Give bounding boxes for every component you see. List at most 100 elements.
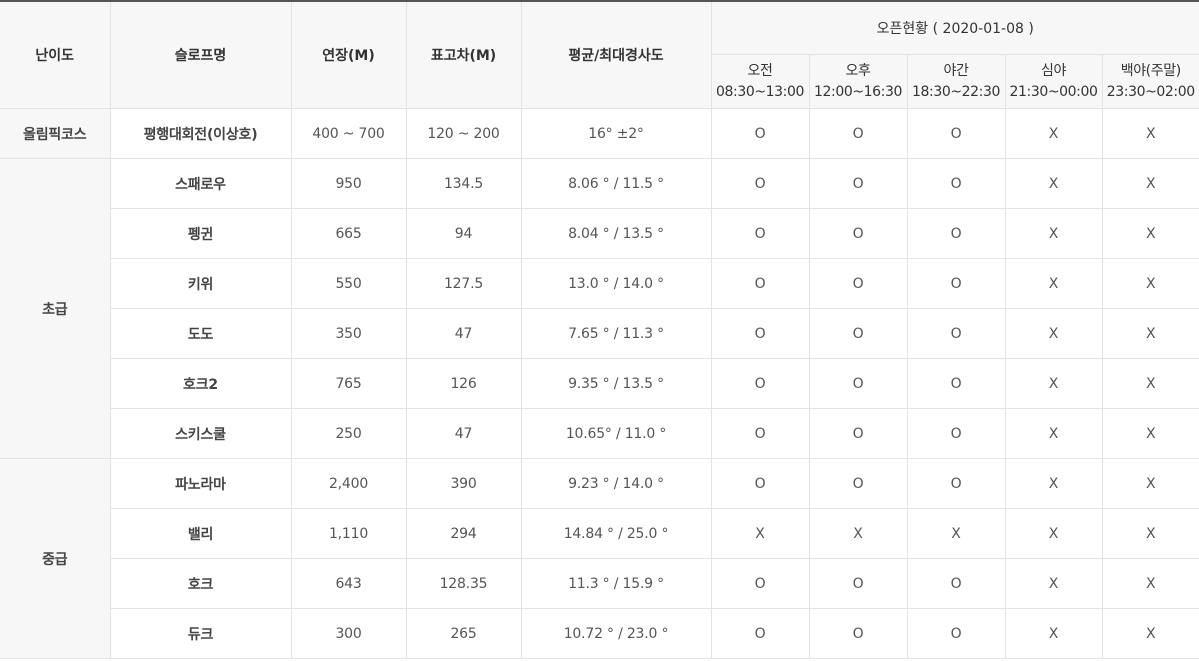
table-row: 호크2 765 126 9.35 ° / 13.5 ° O O O X X: [0, 358, 1199, 409]
open-status-cell: O: [906, 158, 1006, 209]
open-status-cell: O: [906, 258, 1006, 309]
open-status-cell: X: [906, 508, 1006, 559]
open-status-cell: X: [1101, 108, 1199, 159]
open-status-cell: O: [710, 458, 810, 509]
open-status-cell: O: [710, 408, 810, 459]
open-status-cell: X: [1004, 508, 1103, 559]
open-status-cell: O: [710, 558, 810, 609]
open-status-cell: O: [710, 208, 810, 259]
open-status-cell: O: [808, 258, 908, 309]
open-status-cell: X: [1004, 358, 1103, 409]
table-row: 스키스쿨 250 47 10.65° / 11.0 ° O O O X X: [0, 408, 1199, 459]
elevation-cell: 265: [405, 608, 522, 659]
session-name: 심야: [1041, 62, 1066, 79]
gradient-cell: 7.65 ° / 11.3 °: [520, 308, 712, 359]
slope-name-cell: 호크2: [110, 358, 292, 409]
session-time: 12:00~16:30: [813, 83, 903, 100]
open-status-cell: O: [808, 158, 908, 209]
gradient-cell: 11.3 ° / 15.9 °: [520, 558, 712, 609]
open-status-cell: X: [1101, 458, 1199, 509]
elevation-cell: 134.5: [405, 158, 522, 209]
slope-name-cell: 스키스쿨: [110, 408, 292, 459]
open-status-cell: O: [808, 308, 908, 359]
level-cell: 초급: [0, 158, 111, 459]
length-cell: 2,400: [290, 458, 407, 509]
open-status-cell: X: [808, 508, 908, 559]
open-status-cell: X: [1004, 308, 1103, 359]
gradient-cell: 9.23 ° / 14.0 °: [520, 458, 712, 509]
table-row: 도도 350 47 7.65 ° / 11.3 ° O O O X X: [0, 308, 1199, 359]
open-status-cell: O: [906, 558, 1006, 609]
session-name: 오후: [845, 62, 871, 79]
header-session-late-night: 심야 21:30~00:00: [1004, 54, 1103, 109]
open-status-cell: O: [710, 608, 810, 659]
open-status-cell: X: [1004, 108, 1103, 159]
header-session-morning: 오전 08:30~13:00: [711, 54, 810, 109]
open-status-cell: X: [1101, 158, 1199, 209]
length-cell: 1,110: [290, 508, 407, 559]
session-name: 야간: [943, 62, 969, 79]
open-status-cell: O: [808, 458, 908, 509]
open-status-cell: O: [808, 108, 908, 159]
length-cell: 643: [290, 558, 407, 609]
slope-name-cell: 펭귄: [110, 208, 292, 259]
table-header: 난이도 슬로프명 연장(M) 표고차(M) 평균/최대경사도 오픈현황 ( 20…: [0, 0, 1199, 109]
open-status-cell: X: [1101, 358, 1199, 409]
header-session-night: 야간 18:30~22:30: [906, 54, 1006, 109]
level-cell: 올림픽코스: [0, 108, 111, 159]
open-status-cell: X: [1101, 608, 1199, 659]
table-row: 중급 파노라마 2,400 390 9.23 ° / 14.0 ° O O O X X: [0, 458, 1199, 659]
header-session-afternoon: 오후 12:00~16:30: [808, 54, 908, 109]
length-cell: 950: [290, 158, 407, 209]
level-cell: 중급: [0, 458, 111, 659]
gradient-cell: 14.84 ° / 25.0 °: [520, 508, 712, 559]
open-status-cell: X: [1101, 558, 1199, 609]
slope-name-cell: 도도: [110, 308, 292, 359]
gradient-cell: 8.04 ° / 13.5 °: [520, 208, 712, 259]
open-status-cell: O: [710, 158, 810, 209]
open-status-cell: O: [808, 208, 908, 259]
slope-name-cell: 파노라마: [109, 458, 292, 509]
table-row: 밸리 1,110 294 14.84 ° / 25.0 ° X X X X X: [0, 508, 1199, 559]
gradient-cell: 16° ±2°: [520, 108, 712, 159]
elevation-cell: 127.5: [405, 258, 522, 309]
open-status-cell: X: [1004, 458, 1103, 509]
open-status-cell: O: [710, 358, 810, 409]
elevation-cell: 126: [405, 358, 522, 409]
gradient-cell: 13.0 ° / 14.0 °: [520, 258, 712, 309]
header-gradient: 평균/최대경사도: [520, 0, 712, 109]
table-row: 올림픽코스 평행대회전(이상호) 400 ~ 700 120 ~ 200 16° ±2°…: [0, 108, 1199, 159]
open-status-cell: O: [808, 358, 908, 409]
open-status-cell: X: [1004, 558, 1103, 609]
open-status-cell: X: [1004, 608, 1103, 659]
gradient-cell: 10.65° / 11.0 °: [520, 408, 712, 459]
length-cell: 400 ~ 700: [290, 108, 407, 159]
slope-name-cell: 평행대회전(이상호): [109, 108, 292, 159]
header-length: 연장(M): [290, 0, 407, 109]
table-row: 듀크 300 265 10.72 ° / 23.0 ° O O O X X: [0, 608, 1199, 659]
slope-name-cell: 호크: [110, 558, 292, 609]
table-row: 펭귄 665 94 8.04 ° / 13.5 ° O O O X X: [0, 208, 1199, 259]
header-elevation: 표고차(M): [405, 0, 522, 109]
open-status-cell: O: [906, 208, 1006, 259]
elevation-cell: 47: [405, 408, 522, 459]
length-cell: 350: [290, 308, 407, 359]
open-status-cell: X: [1004, 158, 1103, 209]
open-status-cell: X: [1101, 408, 1199, 459]
elevation-cell: 128.35: [405, 558, 522, 609]
slope-name-cell: 키위: [110, 258, 292, 309]
slope-name-cell: 스패로우: [109, 158, 292, 209]
length-cell: 250: [290, 408, 407, 459]
length-cell: 300: [290, 608, 407, 659]
open-status-cell: X: [710, 508, 810, 559]
open-status-cell: O: [906, 408, 1006, 459]
open-status-cell: O: [808, 558, 908, 609]
slope-name-cell: 밸리: [110, 508, 292, 559]
open-status-cell: O: [808, 608, 908, 659]
elevation-cell: 120 ~ 200: [405, 108, 522, 159]
header-level: 난이도: [0, 0, 111, 109]
gradient-cell: 8.06 ° / 11.5 °: [520, 158, 712, 209]
session-time: 23:30~02:00: [1106, 83, 1195, 100]
session-time: 18:30~22:30: [911, 83, 1001, 100]
table-row: 호크 643 128.35 11.3 ° / 15.9 ° O O O X X: [0, 558, 1199, 609]
